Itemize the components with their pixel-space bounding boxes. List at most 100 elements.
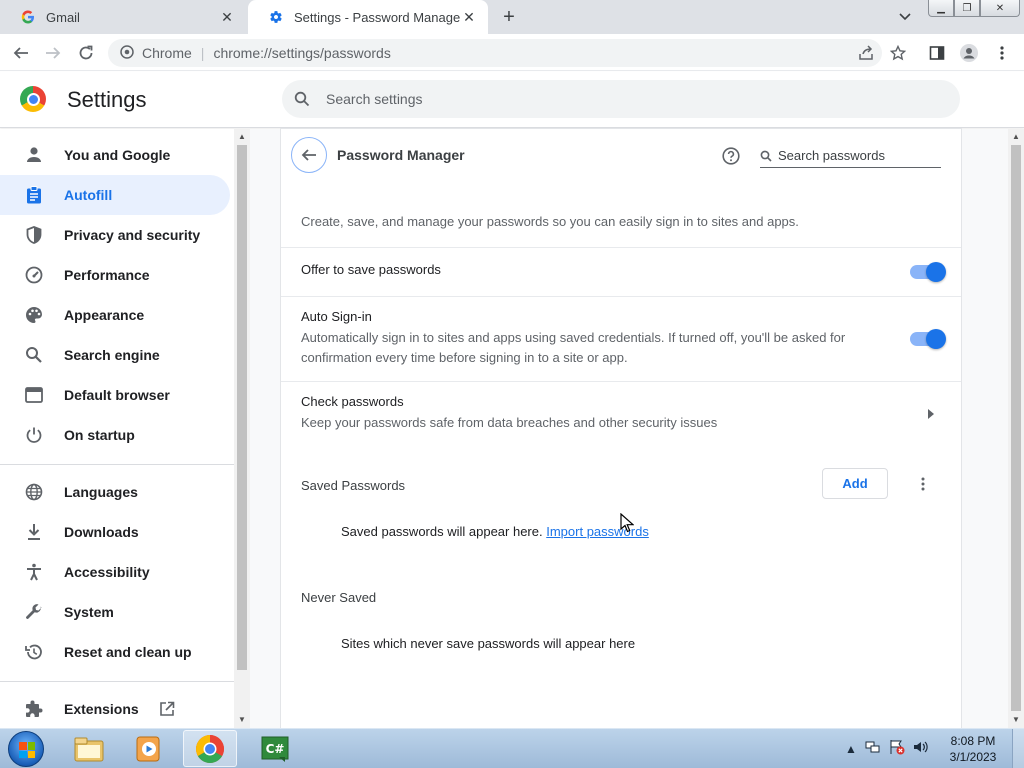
sidebar-item-default-browser[interactable]: Default browser [0,375,230,415]
profile-avatar-icon[interactable] [958,42,980,64]
row-divider [281,296,961,297]
search-icon [24,345,44,365]
clock-date: 3/1/2023 [949,750,997,764]
scrollbar-thumb[interactable] [1011,145,1021,711]
sidebar-item-downloads[interactable]: Downloads [0,512,230,552]
puzzle-icon [24,699,44,719]
sidebar-item-label: Accessibility [64,564,150,580]
row-divider [281,247,961,248]
search-passwords-input[interactable] [778,148,928,163]
sidebar-item-label: Privacy and security [64,227,201,243]
start-button[interactable] [8,731,44,767]
window-controls: ▁ ❐ ✕ [928,0,1020,18]
help-icon[interactable] [720,145,742,167]
section-title: Password Manager [337,147,465,163]
never-saved-heading: Never Saved [301,590,377,605]
sidebar-item-label: System [64,604,114,620]
close-icon[interactable]: ✕ [460,8,478,26]
settings-gear-icon [268,9,284,25]
never-saved-empty-text: Sites which never save passwords will ap… [341,636,636,651]
sidebar-item-performance[interactable]: Performance [0,255,230,295]
restore-icon [24,642,44,662]
chrome-icon[interactable] [183,730,237,767]
sidebar-item-extensions[interactable]: Extensions [0,689,230,729]
sidebar-item-languages[interactable]: Languages [0,472,230,512]
sidebar-item-label: Performance [64,267,150,283]
chevron-right-icon[interactable] [925,406,937,422]
sidebar-item-system[interactable]: System [0,592,230,632]
window-close-icon[interactable]: ✕ [980,0,1020,17]
sidebar-item-autofill[interactable]: Autofill [0,175,230,215]
saved-passwords-empty-row: Saved passwords will appear here. Import… [341,524,649,539]
restore-window-icon[interactable]: ❐ [954,0,980,17]
clock-time: 8:08 PM [950,734,996,748]
external-link-icon [159,701,175,717]
back-button[interactable] [291,137,327,173]
sidebar-item-on-startup[interactable]: On startup [0,415,230,455]
new-tab-icon[interactable]: + [498,6,520,28]
toggle-knob [926,262,946,282]
search-passwords-box[interactable] [760,144,941,168]
taskbar-clock[interactable]: 8:08 PM 3/1/2023 [940,733,1006,765]
auto-signin-label: Auto Sign-in [301,309,372,324]
show-desktop-button[interactable] [1012,729,1024,768]
download-icon [24,522,44,542]
offer-to-save-label: Offer to save passwords [301,262,441,277]
globe-icon [24,482,44,502]
accessibility-icon [24,562,44,582]
sidebar-item-label: Extensions [64,701,139,717]
tab-settings[interactable]: Settings - Password Manager ✕ [248,0,488,34]
kebab-menu-icon[interactable] [991,42,1013,64]
reload-icon[interactable] [75,42,97,64]
search-settings-input[interactable] [326,91,926,107]
file-explorer-icon[interactable] [62,730,116,767]
check-passwords-label[interactable]: Check passwords [301,394,404,409]
chevron-down-icon[interactable] [896,8,914,26]
toggle-knob [926,329,946,349]
side-panel-icon[interactable] [926,42,948,64]
scroll-down-arrow-icon[interactable]: ▼ [1012,715,1020,724]
add-password-button[interactable]: Add [822,468,888,499]
sidebar-item-privacy-and-security[interactable]: Privacy and security [0,215,230,255]
tab-strip: Gmail ✕ Settings - Password Manager ✕ + … [0,0,1024,34]
scroll-up-arrow-icon[interactable]: ▲ [1012,132,1020,141]
bookmark-star-icon[interactable] [887,42,909,64]
auto-signin-toggle[interactable] [910,329,946,349]
tab-title: Gmail [46,9,80,25]
sidebar-item-appearance[interactable]: Appearance [0,295,230,335]
sidebar-item-reset-and-clean-up[interactable]: Reset and clean up [0,632,230,672]
shield-icon [24,225,44,245]
volume-icon[interactable] [913,739,929,758]
sidebar-item-accessibility[interactable]: Accessibility [0,552,230,592]
page-scrollbar[interactable]: ▲ ▼ [1008,129,1024,728]
sidebar-scrollbar[interactable]: ▲ ▼ [234,129,250,728]
forward-arrow-icon[interactable] [42,42,64,64]
more-actions-icon[interactable] [914,474,932,494]
show-hidden-icons-icon[interactable]: ▲ [845,742,857,756]
csharp-app-icon[interactable]: C# [248,730,302,767]
scroll-down-arrow-icon[interactable]: ▼ [238,715,246,724]
windows-taskbar: C# ▲ 8:08 PM 3/1/2023 [0,728,1024,768]
palette-icon [24,305,44,325]
minimize-icon[interactable]: ▁ [928,0,954,17]
media-player-icon[interactable] [122,730,176,767]
sidebar-item-label: On startup [64,427,135,443]
close-icon[interactable]: ✕ [218,8,236,26]
back-arrow-icon[interactable] [10,42,32,64]
share-icon[interactable] [855,42,877,64]
browser-window-icon [24,385,44,405]
scroll-up-arrow-icon[interactable]: ▲ [238,132,246,141]
address-bar[interactable]: Chrome | chrome://settings/passwords [108,39,882,67]
scrollbar-thumb[interactable] [237,145,247,670]
offer-to-save-toggle[interactable] [910,262,946,282]
action-center-flag-icon[interactable] [889,739,905,758]
sidebar-divider [0,681,234,682]
sidebar-item-label: Autofill [64,187,113,203]
tab-gmail[interactable]: Gmail ✕ [0,0,246,34]
search-settings-box[interactable] [282,80,960,118]
sidebar-item-you-and-google[interactable]: You and Google [0,135,230,175]
network-icon[interactable] [865,739,881,758]
sidebar-item-label: Languages [64,484,138,500]
sidebar-item-search-engine[interactable]: Search engine [0,335,230,375]
page-title: Settings [67,87,147,112]
